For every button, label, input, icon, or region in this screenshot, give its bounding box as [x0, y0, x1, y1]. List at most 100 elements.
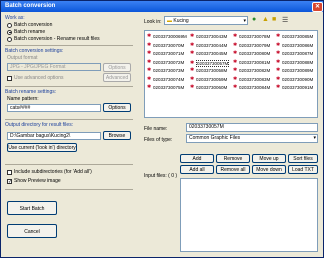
rename-options-button[interactable]: Options — [103, 103, 131, 112]
file-item[interactable]: ✱ 02033730075M — [147, 84, 185, 91]
back-icon[interactable]: ● — [252, 16, 256, 23]
look-in-value: Kucing — [173, 18, 189, 24]
up-folder-icon[interactable]: ▲ — [262, 16, 269, 23]
image-file-icon: ✱ — [147, 67, 152, 73]
file-item-label: 02033730085M — [282, 34, 314, 39]
remove-all-button[interactable]: Remove all — [216, 165, 250, 174]
close-icon[interactable]: ✕ — [312, 2, 323, 12]
image-file-icon: ✱ — [276, 50, 281, 56]
radio-dot — [7, 36, 12, 42]
use-current-dir-button[interactable]: Use current ('look in') directory — [7, 143, 77, 152]
file-item[interactable]: ✱ 02033730079M — [233, 42, 271, 48]
input-files-list[interactable] — [180, 178, 318, 252]
radio-batch-conversion[interactable]: Batch conversion — [7, 22, 52, 28]
file-item[interactable]: ✱ 02033730074M — [147, 75, 185, 82]
file-item[interactable]: ✱ 02033730070M — [147, 42, 184, 48]
file-item[interactable]: ✱ 020337300069M — [147, 34, 187, 40]
checkbox-label: Show Preview image — [14, 178, 61, 184]
browse-button[interactable]: Browse — [103, 131, 131, 140]
show-preview-checkbox[interactable]: ✓ Show Preview image — [7, 178, 61, 184]
checkbox-box: ✓ — [7, 178, 13, 185]
conversion-settings-title: Batch conversion settings: — [5, 48, 64, 54]
cancel-button[interactable]: Cancel — [7, 224, 57, 238]
move-up-button[interactable]: Move up — [252, 154, 286, 163]
title-bar: Batch conversion ✕ — [1, 1, 323, 12]
move-down-button[interactable]: Move down — [252, 165, 286, 174]
sort-files-button[interactable]: Sort files — [288, 154, 318, 163]
output-dir-input[interactable]: D:\Gambar bagus\Kucing2\ — [7, 132, 101, 140]
file-browser-list[interactable]: ✱ 020337300069M ✱ 02033730043M ✱ 02033730078M… — [144, 30, 318, 118]
file-item-label: 02033730043M — [196, 34, 228, 39]
file-item[interactable]: ✱ 02033730087M — [276, 50, 313, 57]
file-item[interactable]: ✱ 02033730060M — [190, 85, 228, 91]
file-item[interactable]: ✱ 02033730091M — [276, 85, 314, 91]
checkbox-box — [7, 169, 12, 175]
file-item-label: 02033730060M — [196, 85, 228, 90]
file-item[interactable]: ✱ 02033730085M — [276, 34, 314, 40]
image-file-icon: ✱ — [233, 58, 238, 65]
look-in-label: Look in: — [144, 19, 162, 25]
start-batch-button[interactable]: Start Batch — [7, 201, 57, 215]
add-all-button[interactable]: Add all — [180, 165, 214, 174]
files-of-type-value: Common Graphic Files — [189, 135, 241, 141]
image-file-icon: ✱ — [147, 84, 152, 90]
use-advanced-checkbox[interactable]: Use advanced options — [7, 75, 63, 81]
file-item[interactable]: ✱ 02033730083M — [233, 76, 270, 82]
file-item[interactable]: ✱ 02033730084M — [233, 84, 270, 91]
file-item-label: 02033730091M — [282, 85, 314, 90]
file-item-label: 02033730045M — [196, 51, 228, 56]
look-in-select[interactable]: ▬ Kucing ▾ — [164, 16, 248, 25]
image-file-icon: ✱ — [233, 67, 238, 73]
divider — [5, 189, 133, 190]
file-item[interactable]: ✱ 02033730058M — [190, 68, 228, 74]
output-format-label: Output format — [7, 55, 38, 61]
file-item-label: 020337300069M — [153, 34, 187, 39]
file-item[interactable]: ✱ 02033730071M — [147, 51, 184, 57]
advanced-button[interactable]: Advanced — [103, 73, 131, 82]
output-dir-title: Output directory for result files: — [5, 122, 74, 128]
files-of-type-select[interactable]: Common Graphic Files ▾ — [186, 134, 318, 143]
file-item-label: 02033730058M — [196, 68, 228, 73]
file-item[interactable]: ✱ 02033730059M — [190, 76, 227, 82]
include-subdirs-checkbox[interactable]: Include subdirectories (for 'Add all') — [7, 169, 92, 175]
file-item[interactable]: ✱ 02033730078M — [233, 34, 271, 40]
file-item[interactable]: ✱ 02033730044M — [190, 41, 227, 48]
file-item[interactable]: ✱ 02033730081M — [233, 58, 270, 65]
file-item[interactable]: ✱ 02033730072M — [147, 59, 184, 65]
radio-conversion-rename[interactable]: Batch conversion - Rename result files — [7, 36, 100, 42]
file-item-label: 02033730075M — [153, 85, 185, 90]
file-item[interactable]: ✱ 02033730082M — [233, 67, 270, 74]
divider — [5, 164, 133, 165]
image-file-icon: ✱ — [233, 84, 238, 90]
file-item[interactable]: ✱ 02033730089M — [276, 67, 313, 74]
add-button[interactable]: Add — [180, 154, 214, 163]
image-file-icon: ✱ — [147, 75, 152, 82]
file-name-input[interactable]: 02033730057M — [186, 123, 318, 132]
file-item-label: 02033730078M — [239, 34, 271, 39]
remove-button[interactable]: Remove — [216, 154, 250, 163]
divider — [5, 86, 133, 87]
divider — [5, 119, 133, 120]
image-file-icon: ✱ — [190, 41, 195, 48]
file-item-label: 02033730057M — [196, 59, 230, 67]
image-file-icon: ✱ — [276, 67, 281, 73]
view-menu-icon[interactable]: ☰ — [282, 16, 288, 24]
file-item[interactable]: ✱ 02033730086M — [276, 42, 313, 48]
file-item[interactable]: ✱ 02033730090M — [276, 76, 313, 82]
new-folder-icon[interactable]: ■ — [272, 16, 276, 23]
file-item[interactable]: ✱ 02033730057M — [190, 59, 230, 67]
radio-batch-rename[interactable]: Batch rename — [7, 29, 45, 35]
work-as-title: Work as: — [5, 15, 25, 21]
file-item[interactable]: ✱ 02033730080M — [233, 51, 270, 57]
output-format-select[interactable]: JPG - JPG/JPEG Format — [7, 63, 101, 71]
file-item-label: 02033730079M — [239, 42, 271, 48]
format-options-button[interactable]: Options — [103, 63, 131, 72]
file-item[interactable]: ✱ 02033730043M — [190, 34, 228, 40]
file-item-label: 02033730074M — [153, 76, 185, 82]
file-item[interactable]: ✱ 02033730045M — [190, 51, 228, 57]
name-pattern-input[interactable]: cats#### — [7, 104, 101, 112]
load-txt-button[interactable]: Load TXT — [288, 165, 318, 174]
file-item[interactable]: ✱ 02033730088M — [276, 59, 313, 65]
input-files-label: Input files: ( 0 ) — [144, 173, 178, 179]
file-item[interactable]: ✱ 02033730073M — [147, 67, 184, 74]
